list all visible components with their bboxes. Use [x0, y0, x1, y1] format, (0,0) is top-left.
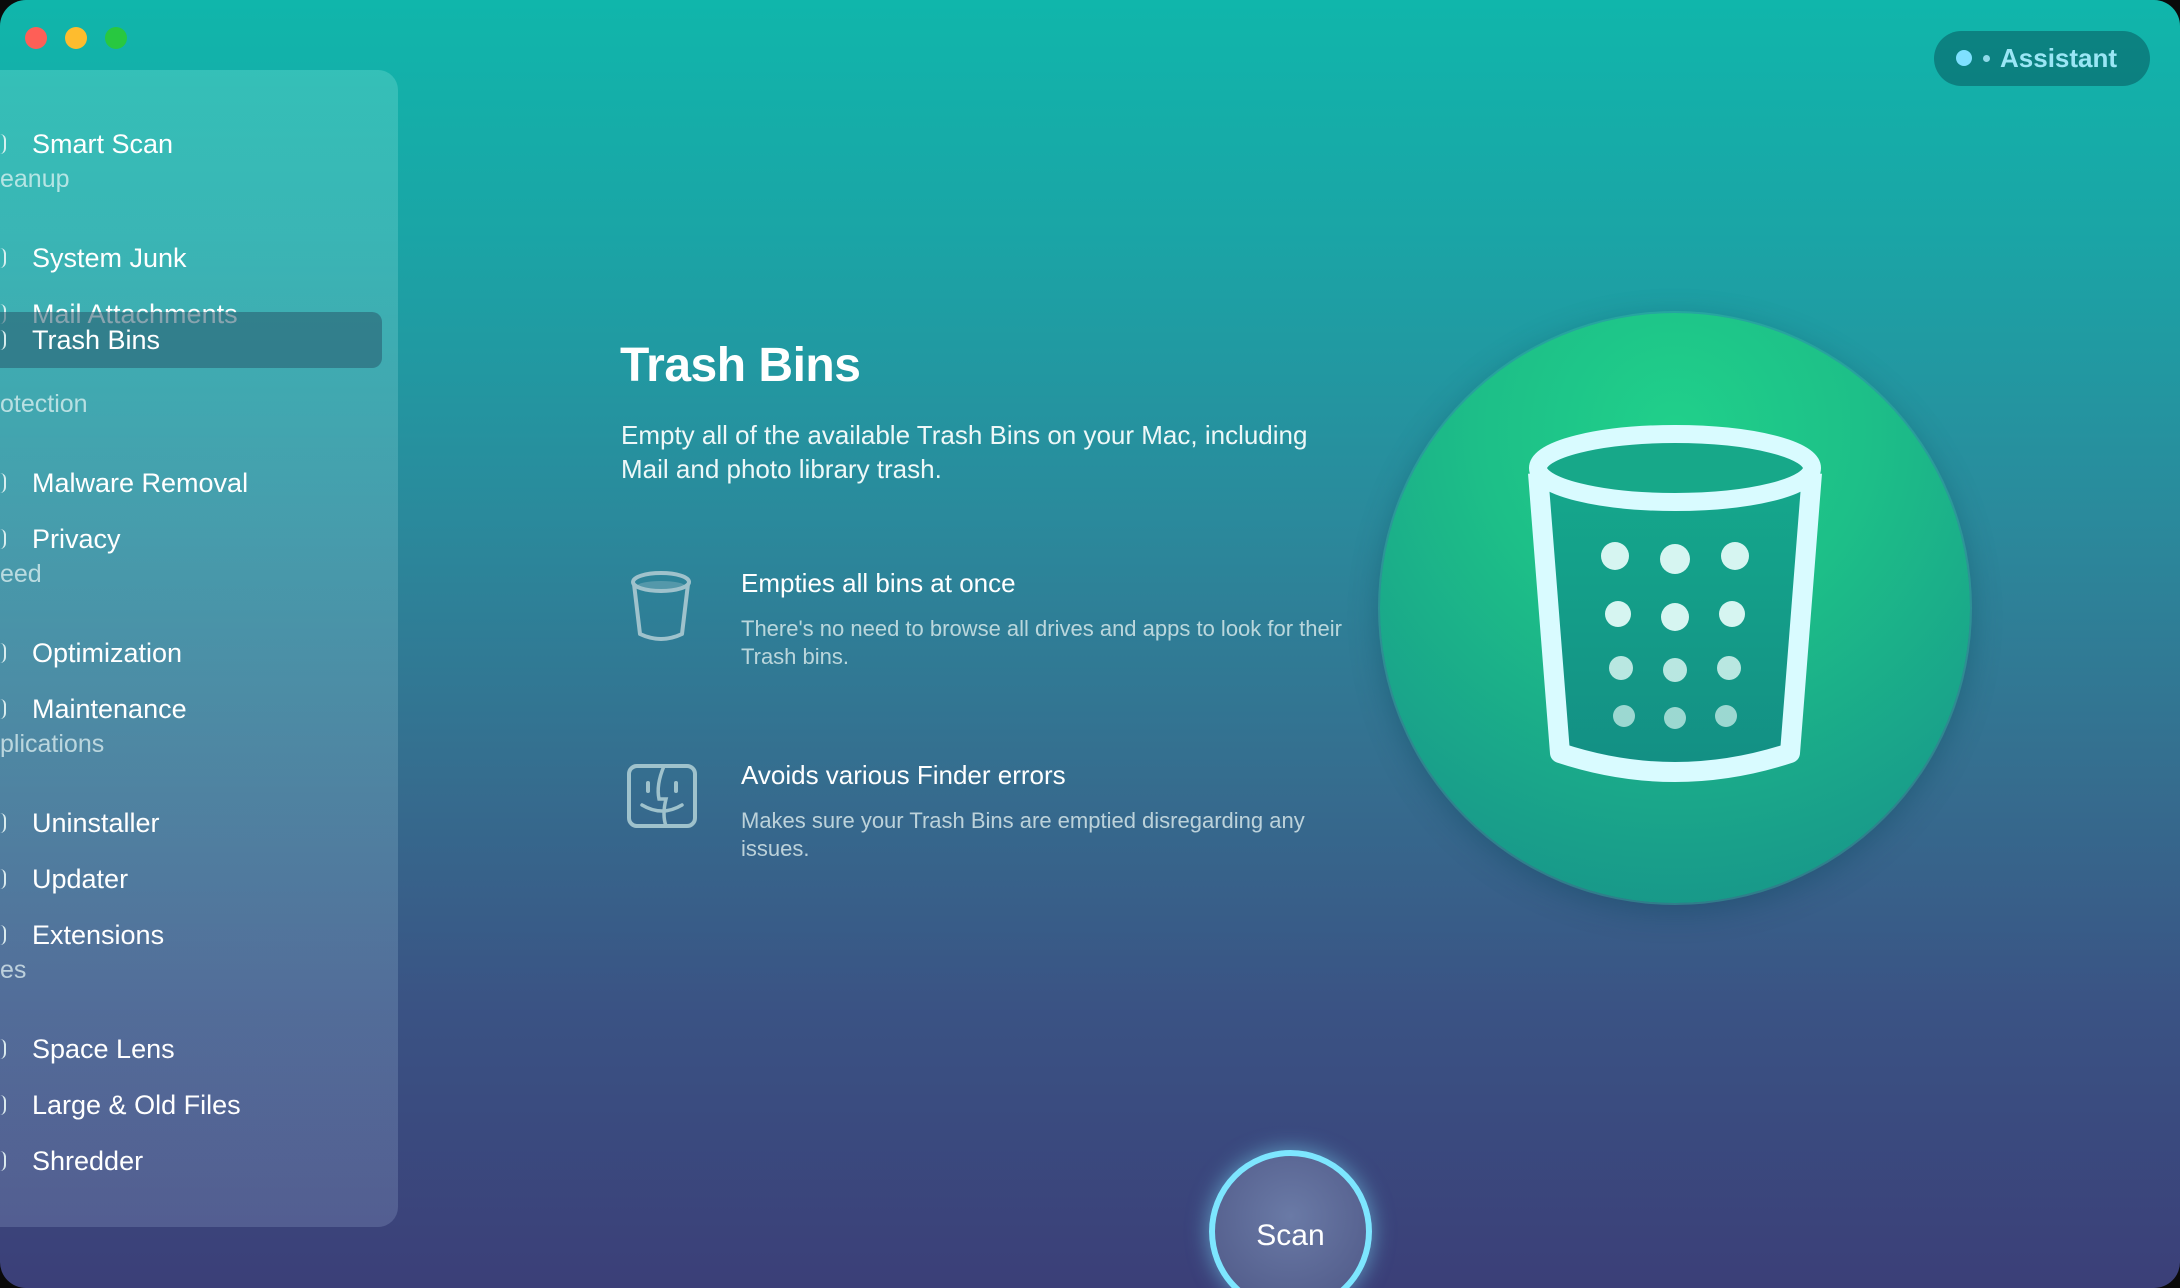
page-description: Empty all of the available Trash Bins on…: [621, 420, 1308, 484]
sidebar-item-smart-scan[interactable]: Smart Scan: [0, 116, 382, 172]
section-title-applications: plications: [0, 730, 105, 758]
assistant-icon: [1956, 31, 2004, 86]
sidebar-item-shredder[interactable]: Shredder: [0, 1133, 382, 1189]
hero-illustration: [1380, 313, 1970, 903]
sidebar-item-system-junk[interactable]: System Junk: [0, 230, 382, 286]
sidebar-item-label: Malware Removal: [32, 467, 249, 498]
maintenance-icon: [0, 699, 6, 719]
sidebar-item-malware-removal[interactable]: Malware Removal: [0, 455, 382, 511]
sidebar-item-space-lens[interactable]: Space Lens: [0, 1021, 382, 1077]
sidebar-item-label: Extensions: [32, 919, 165, 950]
shredder-icon: [0, 1151, 6, 1171]
optimization-icon: [0, 643, 6, 663]
assistant-label: Assistant: [2000, 43, 2118, 73]
sidebar-item-label: System Junk: [32, 242, 187, 273]
zoom-window-button[interactable]: [105, 27, 127, 49]
feature-description: There's no need to browse all drives and…: [741, 616, 1342, 669]
section-title-cleanup: eanup: [0, 165, 70, 193]
trash-can-icon: [628, 568, 694, 644]
smart-scan-icon: [0, 134, 6, 154]
sidebar-item-optimization[interactable]: Optimization: [0, 625, 382, 681]
assistant-button[interactable]: Assistant: [1934, 31, 2150, 86]
minimize-window-button[interactable]: [65, 27, 87, 49]
sidebar-item-large-old-files[interactable]: Large & Old Files: [0, 1077, 382, 1133]
sidebar-item-label: Large & Old Files: [32, 1089, 241, 1120]
updater-icon: [0, 869, 6, 889]
scan-button[interactable]: Scan: [1209, 1150, 1372, 1288]
privacy-icon: [0, 529, 6, 549]
scan-button-label: Scan: [1256, 1219, 1325, 1252]
sidebar-item-label: Shredder: [32, 1145, 144, 1176]
sidebar-item-label: Uninstaller: [32, 807, 160, 838]
trash-bins-icon: [0, 330, 6, 350]
system-junk-icon: [0, 248, 6, 268]
sidebar-item-label: Trash Bins: [32, 324, 161, 355]
sidebar-item-extensions[interactable]: Extensions: [0, 907, 382, 963]
large-old-files-icon: [0, 1095, 6, 1115]
close-window-button[interactable]: [25, 27, 47, 49]
malware-removal-icon: [0, 473, 6, 493]
sidebar-item-label: Maintenance: [32, 693, 187, 724]
sidebar-item-label: Space Lens: [32, 1033, 175, 1064]
uninstaller-icon: [0, 813, 6, 833]
section-title-protection: otection: [0, 390, 88, 418]
sidebar-item-label: Smart Scan: [32, 128, 174, 159]
extensions-icon: [0, 925, 6, 945]
sidebar-item-maintenance[interactable]: Maintenance: [0, 681, 382, 737]
sidebar-item-uninstaller[interactable]: Uninstaller: [0, 795, 382, 851]
trash-bin-icon: [1528, 425, 1822, 782]
sidebar: Smart Scan eanup System Junk Mail Attach…: [0, 70, 398, 1227]
app-window: Assistant Smart Scan eanup System Junk M…: [0, 0, 2180, 1288]
sidebar-item-trash-bins[interactable]: Trash Bins: [0, 312, 382, 368]
sidebar-item-label: Updater: [32, 863, 129, 894]
feature-title: Empties all bins at once: [741, 568, 1016, 598]
feature-title: Avoids various Finder errors: [741, 760, 1066, 790]
page-title: Trash Bins: [620, 339, 861, 392]
sidebar-item-privacy[interactable]: Privacy: [0, 511, 382, 567]
sidebar-item-label: Privacy: [32, 523, 121, 554]
space-lens-icon: [0, 1039, 6, 1059]
section-title-speed: eed: [0, 560, 42, 588]
feature-description: Makes sure your Trash Bins are emptied d…: [741, 808, 1305, 861]
sidebar-item-label: Optimization: [32, 637, 183, 668]
section-title-files: es: [0, 956, 27, 984]
finder-icon: [626, 763, 698, 829]
sidebar-item-updater[interactable]: Updater: [0, 851, 382, 907]
